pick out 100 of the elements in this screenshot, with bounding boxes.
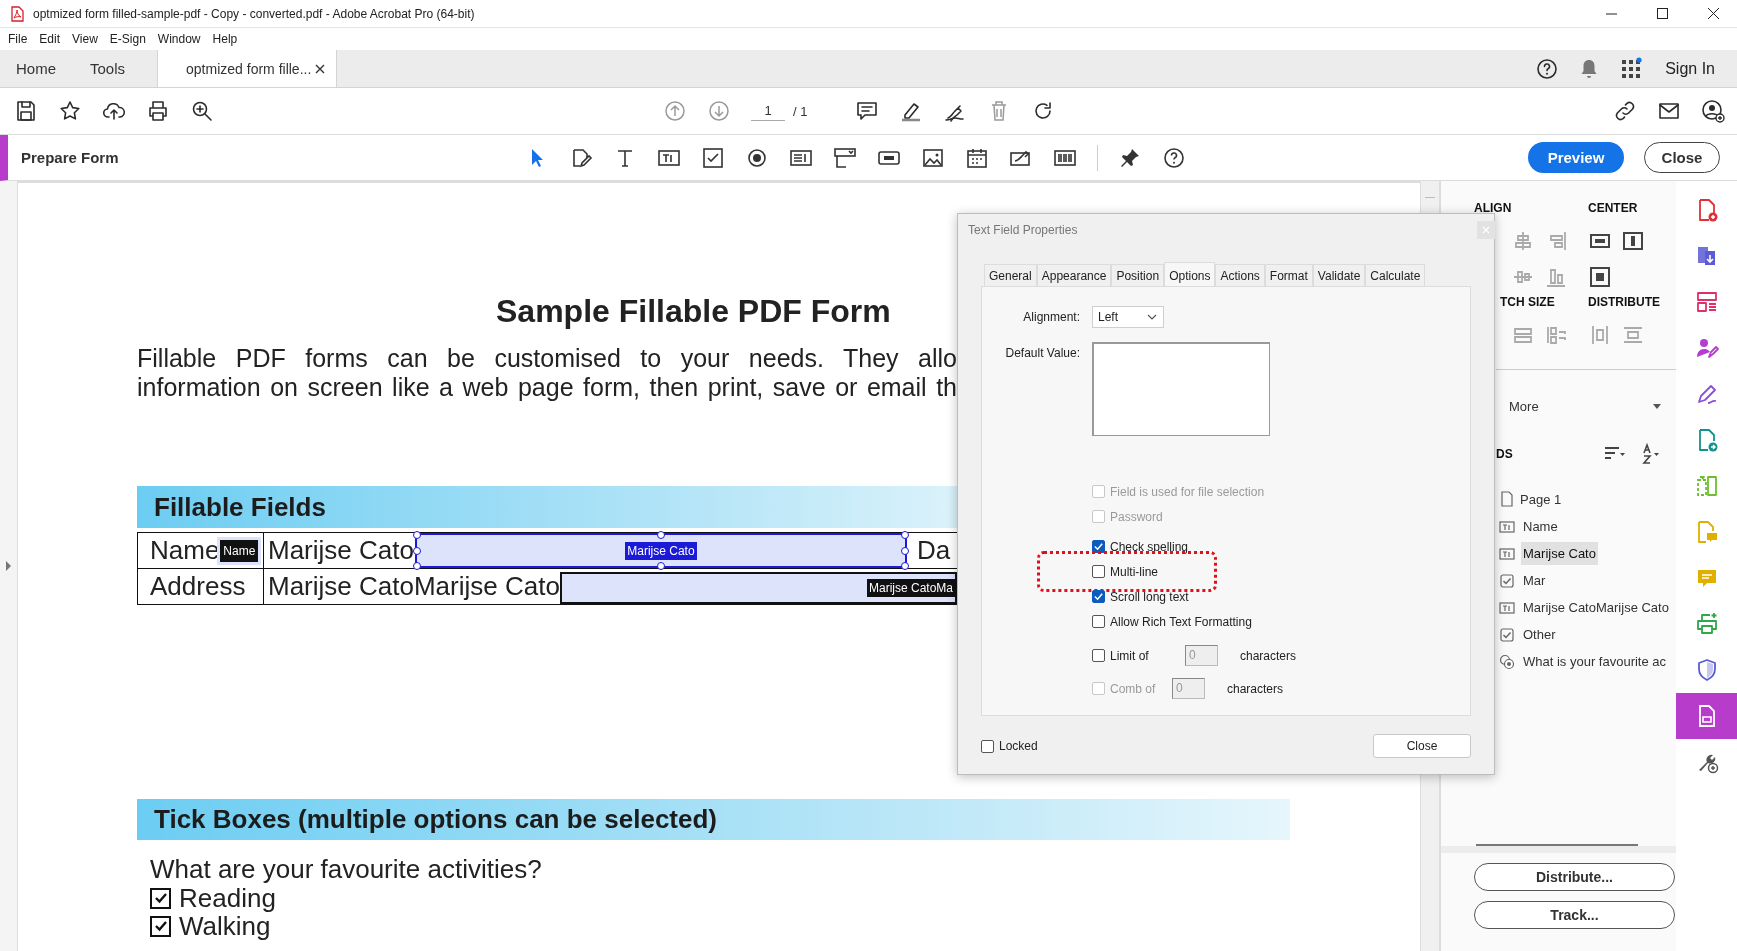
section-heading: DISTRIBUTE (1588, 295, 1660, 311)
menu-item[interactable]: Edit (39, 32, 61, 46)
option-label: Scroll long text (1110, 589, 1189, 604)
page-number-field[interactable]: 1 (751, 101, 785, 121)
close-icon[interactable] (1706, 6, 1721, 21)
option-label: Password (1110, 509, 1163, 524)
more-menu[interactable]: More (1509, 398, 1652, 414)
menu-item[interactable]: Window (157, 32, 201, 46)
dialog-tab[interactable]: Options (1164, 262, 1216, 287)
option-label: Comb of (1110, 681, 1156, 696)
checkbox[interactable] (1092, 649, 1105, 662)
dropdown-icon[interactable] (833, 145, 857, 170)
question-text: What are your favourite activities? (150, 854, 543, 884)
field-value: Marijse CatoMarijse Cato (268, 571, 560, 602)
option-label: Locked (999, 739, 1038, 753)
account-add-icon[interactable] (1701, 99, 1725, 123)
arrow-up-circle-icon[interactable] (663, 99, 687, 123)
text-field-icon (1499, 518, 1515, 535)
resize-handle[interactable] (656, 531, 665, 539)
close-button[interactable]: Close (1644, 142, 1720, 173)
alignment-dropdown[interactable]: Left (1092, 306, 1164, 328)
tree-item[interactable]: Mar (1521, 569, 1548, 592)
unit-label: characters (1227, 681, 1284, 696)
checkmark-icon (1093, 541, 1104, 552)
menu-item[interactable]: View (72, 32, 98, 46)
field-name-label: Marijse Cato (625, 541, 697, 560)
resize-handle[interactable] (656, 562, 665, 570)
expand-arrow-icon[interactable] (5, 560, 12, 572)
link-icon[interactable] (1613, 99, 1637, 123)
checkbox-icon (1499, 626, 1515, 643)
option-label: Walking (179, 912, 271, 940)
text-field-icon (1499, 599, 1515, 616)
center-vertical-icon[interactable] (1621, 229, 1645, 253)
field-label: Address (150, 571, 246, 602)
preview-button[interactable]: Preview (1528, 142, 1624, 173)
tree-item[interactable]: Name (1521, 515, 1560, 538)
close-icon[interactable] (314, 62, 327, 75)
field-value: Marijse Cato (268, 535, 414, 566)
dialog-tab[interactable]: Actions (1215, 264, 1265, 286)
close-button[interactable]: Close (1373, 734, 1471, 758)
star-icon[interactable] (58, 99, 82, 123)
app-tab[interactable]: Home (0, 50, 74, 87)
document-title: Sample Fillable PDF Form (496, 292, 891, 331)
dialog-tab[interactable]: Position (1111, 264, 1165, 286)
dialog-tab[interactable]: Validate (1312, 264, 1366, 286)
maximize-icon[interactable] (1655, 6, 1670, 21)
arrow-down-circle-icon[interactable] (707, 99, 731, 123)
section-heading: Tick Boxes (multiple options can be selected) (154, 804, 717, 835)
checkbox[interactable] (1092, 565, 1105, 578)
comment-icon[interactable] (855, 99, 880, 123)
radio-group-icon (1499, 653, 1515, 670)
tree-item[interactable]: Other (1521, 623, 1558, 646)
zoom-search-icon[interactable] (190, 99, 214, 123)
option-label: Allow Rich Text Formatting (1110, 614, 1252, 629)
document-tab[interactable]: optmized form fille... (157, 50, 338, 87)
tree-item[interactable]: Marijse CatoMarijse Cato (1521, 596, 1671, 619)
menu-item[interactable]: E-Sign (109, 32, 146, 46)
text-field-icon (1499, 545, 1515, 562)
help-icon[interactable] (1535, 56, 1560, 81)
tool-rail-button[interactable] (1676, 693, 1737, 739)
intro-line: Fillable PDF forms can be customised to your needs. They allo (137, 344, 957, 373)
field-label: Alignment: (1022, 309, 1080, 326)
checkbox[interactable] (1092, 590, 1105, 603)
option-label: Check spelling (1110, 539, 1189, 554)
window-title: optmized form filled-sample-pdf - Copy - converted.pdf - Adobe Acrobat Pro (64-bit) (33, 6, 475, 21)
option-label: Multi-line (1110, 564, 1158, 579)
dropdown-caret-icon[interactable] (1652, 401, 1662, 411)
intro-line: information on screen like a web page form, then print, save or email th (137, 373, 957, 402)
help-icon[interactable] (1162, 145, 1186, 170)
section-heading: ALIGN (1474, 201, 1513, 217)
menu-item[interactable]: Help (212, 32, 238, 46)
apps-grid-icon[interactable] (1619, 56, 1644, 81)
option-label: Limit of (1110, 648, 1149, 663)
sign-in-link[interactable]: Sign In (1665, 59, 1715, 78)
panel-button[interactable]: Distribute... (1474, 863, 1675, 891)
dialog-tab[interactable]: Format (1264, 264, 1313, 286)
app-tab[interactable]: Tools (74, 50, 144, 87)
page-count: / 1 (793, 103, 808, 119)
dialog-tab[interactable]: Calculate (1365, 264, 1426, 286)
checkmark-icon (1093, 591, 1104, 602)
tree-item[interactable]: Marijse Cato (1521, 542, 1598, 565)
form-field[interactable]: Marijse Cato (414, 533, 907, 568)
save-icon[interactable] (14, 99, 38, 123)
print-icon[interactable] (146, 99, 170, 123)
section-heading: TCH SIZE (1500, 295, 1556, 311)
checkbox[interactable] (1092, 615, 1105, 628)
checkbox-icon[interactable] (701, 145, 725, 170)
checkbox[interactable] (150, 915, 171, 937)
form-field[interactable]: Marijse CatoMa (559, 572, 957, 604)
center-both-icon[interactable] (1588, 265, 1612, 289)
checkbox[interactable] (981, 739, 994, 753)
panel-button[interactable]: Track... (1474, 901, 1675, 929)
default-value-field[interactable] (1092, 342, 1270, 436)
checkbox[interactable] (150, 887, 171, 909)
dialog-tab[interactable]: General (984, 264, 1037, 286)
tree-item[interactable]: What is your favourite ac (1521, 650, 1669, 673)
page-icon (1499, 491, 1515, 507)
dialog-tab[interactable]: Appearance (1036, 264, 1112, 286)
menu-item[interactable]: File (8, 32, 28, 46)
tree-item[interactable]: Page 1 (1518, 487, 1564, 511)
